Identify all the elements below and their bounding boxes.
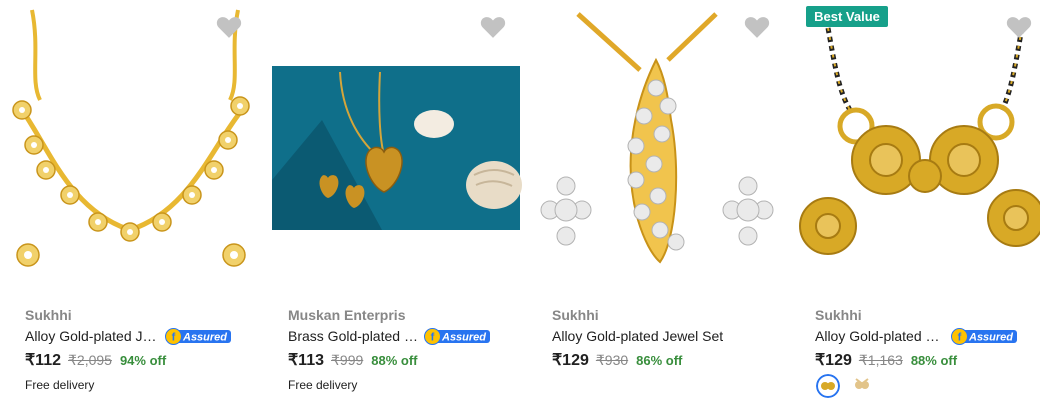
product-title[interactable]: Alloy Gold-plated Jew… [25,328,159,344]
product-brand: Sukhhi [815,307,862,323]
product-card[interactable]: Sukhhi Alloy Gold-plated Jew… f Assured … [0,0,260,406]
product-info: Muskan Enterpris Brass Gold-plated J… f … [288,306,538,392]
product-delivery: Free delivery [288,378,358,392]
product-image[interactable] [262,0,522,290]
product-discount: 94% off [119,353,167,368]
svg-text:Assured: Assured [441,331,486,343]
color-swatch-selected[interactable] [816,374,840,398]
wishlist-heart-icon[interactable] [480,15,506,39]
product-brand: Muskan Enterpris [288,307,406,323]
flipkart-assured-icon: f Assured [424,327,490,345]
product-card[interactable]: Best Value Sukhhi Alloy Gold-plated Je… … [790,0,1040,406]
product-price: ₹129 [815,352,852,369]
product-title[interactable]: Alloy Gold-plated Jewel Set [552,328,723,344]
product-image[interactable] [790,0,1040,290]
product-image[interactable] [0,0,260,290]
product-brand: Sukhhi [552,307,599,323]
product-price: ₹113 [288,352,324,369]
product-image[interactable] [526,0,786,290]
product-card[interactable]: Sukhhi Alloy Gold-plated Jewel Set ₹129 … [526,0,786,406]
product-info: Sukhhi Alloy Gold-plated Jew… f Assured … [25,306,275,392]
product-price: ₹129 [552,352,589,369]
product-discount: 86% off [636,353,683,368]
svg-text:f: f [431,331,435,343]
product-info: Sukhhi Alloy Gold-plated Jewel Set ₹129 … [552,306,802,372]
product-brand: Sukhhi [25,307,72,323]
wishlist-heart-icon[interactable] [1006,15,1032,39]
product-mrp: ₹2,095 [68,352,112,368]
svg-text:Assured: Assured [968,331,1013,343]
svg-text:Assured: Assured [182,331,227,343]
product-grid: Sukhhi Alloy Gold-plated Jew… f Assured … [0,0,1040,406]
product-info: Sukhhi Alloy Gold-plated Je… f Assured ₹… [815,306,1040,372]
wishlist-heart-icon[interactable] [744,15,770,39]
product-mrp: ₹930 [595,352,629,368]
best-value-badge: Best Value [806,6,888,27]
product-mrp: ₹1,163 [858,352,903,368]
product-price: ₹112 [25,352,61,369]
product-discount: 88% off [371,353,418,368]
svg-text:f: f [958,331,962,343]
product-delivery: Free delivery [25,378,95,392]
wishlist-heart-icon[interactable] [216,15,242,39]
svg-text:f: f [172,331,176,343]
flipkart-assured-icon: f Assured [165,327,231,345]
color-swatch[interactable] [850,374,874,398]
product-card[interactable]: Muskan Enterpris Brass Gold-plated J… f … [262,0,522,406]
product-title[interactable]: Brass Gold-plated J… [288,328,418,344]
flipkart-assured-icon: f Assured [951,327,1017,345]
product-mrp: ₹999 [331,352,364,368]
product-discount: 88% off [910,353,958,368]
product-title[interactable]: Alloy Gold-plated Je… [815,328,945,344]
